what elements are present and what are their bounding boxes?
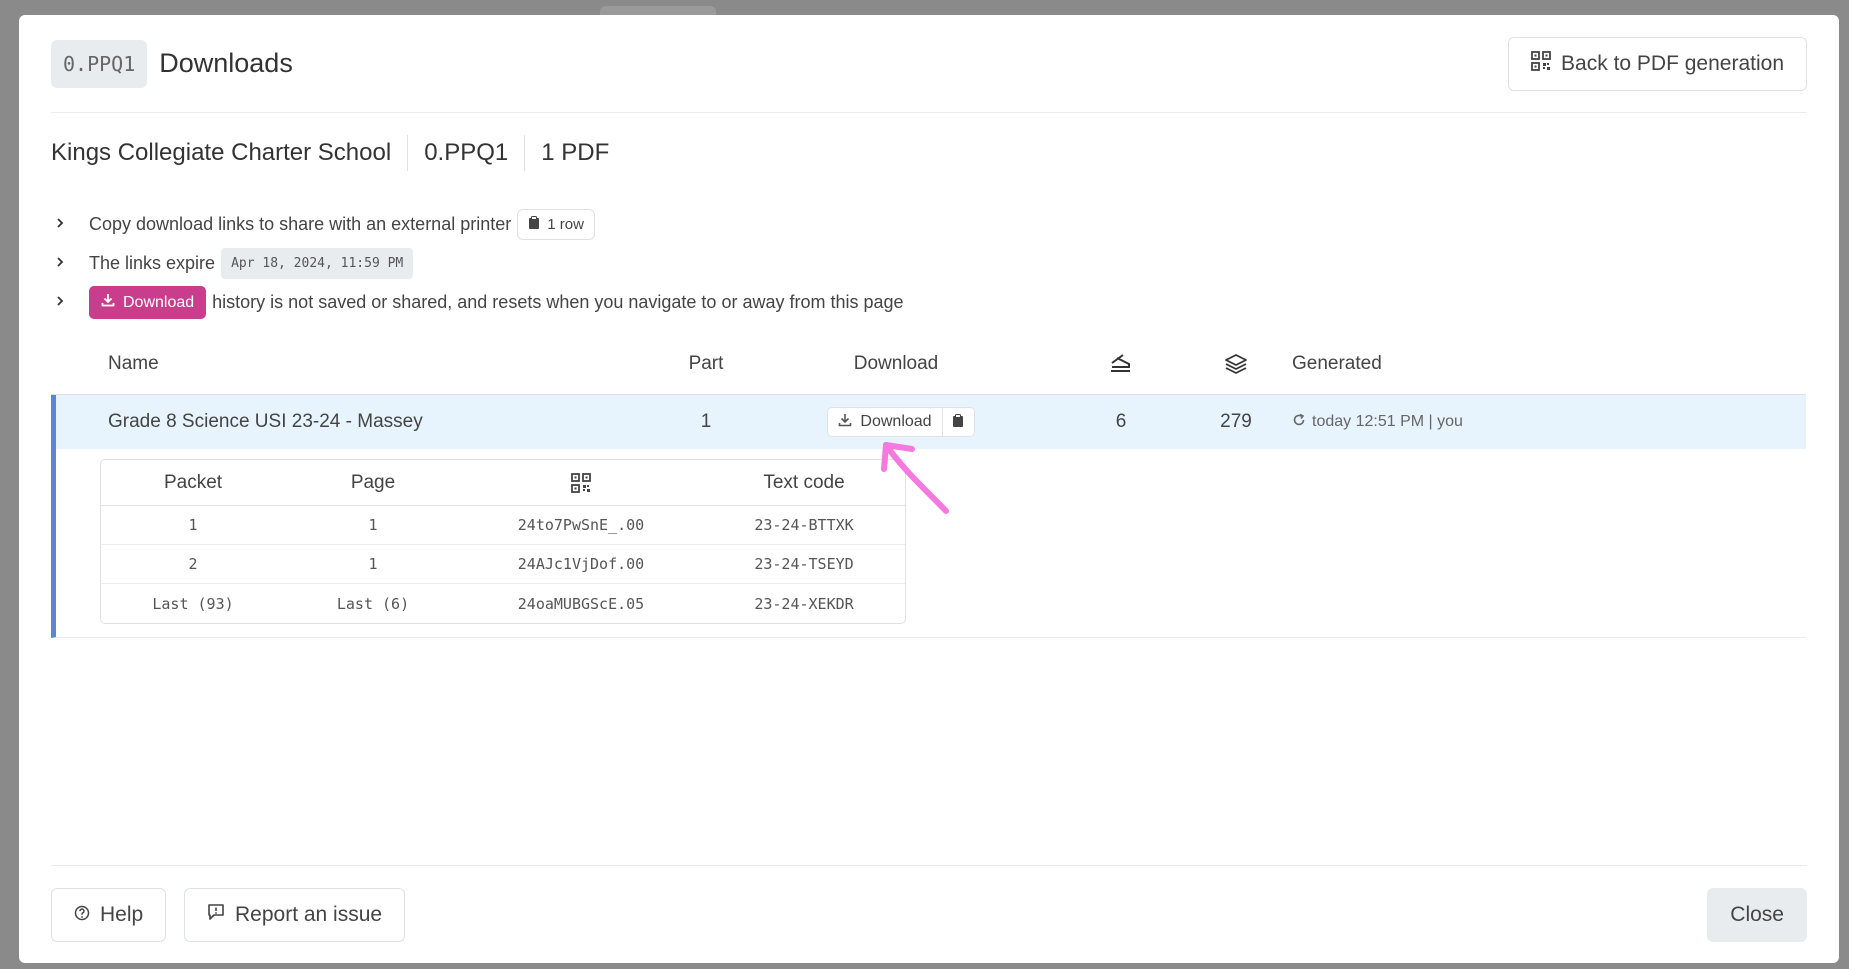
chevron-right-icon[interactable] xyxy=(55,255,77,273)
qr-cell: 24to7PwSnE_.00 xyxy=(517,516,645,534)
help-label: Help xyxy=(100,903,144,926)
layers-icon xyxy=(1186,333,1286,395)
download-badge-label: Download xyxy=(123,293,195,311)
col-header-packet: Packet xyxy=(163,471,223,493)
col-header-part: Part xyxy=(688,353,724,374)
report-label: Report an issue xyxy=(235,903,383,926)
generated-text: today 12:51 PM | you xyxy=(1312,413,1463,430)
table-row: 1 1 24to7PwSnE_.00 23-24-BTTXK xyxy=(101,506,905,545)
chevron-right-icon[interactable] xyxy=(55,216,77,234)
download-button-label: Download xyxy=(860,413,932,430)
modal-header: 0.PPQ1 Downloads Back to PDF generation xyxy=(51,15,1807,113)
table-row: Last (93) Last (6) 24oaMUBGScE.05 23-24-… xyxy=(101,584,905,623)
help-circle-icon xyxy=(74,903,90,927)
meta-line: Kings Collegiate Charter School 0.PPQ1 1… xyxy=(51,135,609,171)
chevron-right-icon[interactable] xyxy=(55,294,77,312)
info-row-history[interactable]: Download history is not saved or shared,… xyxy=(51,283,904,322)
school-name: Kings Collegiate Charter School xyxy=(51,139,392,166)
refresh-icon xyxy=(1292,413,1306,432)
qr-cell: 24AJc1VjDof.00 xyxy=(517,555,645,573)
staple-icon xyxy=(1071,333,1171,395)
meta-divider xyxy=(524,135,526,171)
row-name: Grade 8 Science USI 23-24 - Massey xyxy=(108,411,423,432)
downloads-modal: 0.PPQ1 Downloads Back to PDF generation xyxy=(19,15,1839,963)
row-generated: today 12:51 PM | you xyxy=(1292,395,1463,449)
packet-cell: Last (93) xyxy=(152,594,234,613)
meta-code: 0.PPQ1 xyxy=(424,139,509,166)
page-cell: 1 xyxy=(368,555,378,573)
history-text: history is not saved or shared, and rese… xyxy=(212,292,904,312)
packet-table-header: Packet Page Text code xyxy=(101,460,905,506)
copy-links-button[interactable]: 1 row xyxy=(517,209,595,240)
download-icon xyxy=(838,413,852,432)
packet-cell: 1 xyxy=(188,516,198,534)
modal-footer: Help Report an issue Close xyxy=(51,865,1807,963)
meta-divider xyxy=(407,135,409,171)
info-list: Copy download links to share with an ext… xyxy=(51,205,904,322)
table-header: Name Part Download Generated xyxy=(51,333,1806,395)
code-badge: 0.PPQ1 xyxy=(51,39,148,88)
page-cell: 1 xyxy=(368,516,378,534)
clipboard-icon xyxy=(952,413,964,431)
packet-cell: 2 xyxy=(188,555,198,573)
row-staple-count: 6 xyxy=(1115,411,1127,432)
table-row: 2 1 24AJc1VjDof.00 23-24-TSEYD xyxy=(101,545,905,584)
qr-code-icon xyxy=(461,460,701,505)
col-header-generated: Generated xyxy=(1292,353,1382,374)
col-header-page: Page xyxy=(350,471,396,493)
annotation-arrow-icon xyxy=(881,442,949,514)
expire-date-badge: Apr 18, 2024, 11:59 PM xyxy=(221,248,414,279)
copy-links-text: Copy download links to share with an ext… xyxy=(89,214,512,234)
back-button-label: Back to PDF generation xyxy=(1561,52,1784,75)
info-row-expire[interactable]: The links expire Apr 18, 2024, 11:59 PM xyxy=(51,244,904,283)
report-issue-button[interactable]: Report an issue xyxy=(184,888,406,942)
col-header-download: Download xyxy=(853,353,939,374)
modal-title: Downloads xyxy=(159,48,293,78)
message-alert-icon xyxy=(207,903,225,927)
info-row-copy[interactable]: Copy download links to share with an ext… xyxy=(51,205,904,244)
packet-table: Packet Page Text code 1 1 24to7PwSnE_.00… xyxy=(100,459,906,624)
text-code-cell: 23-24-TSEYD xyxy=(754,555,854,573)
text-code-cell: 23-24-XEKDR xyxy=(754,594,854,613)
page-cell: Last (6) xyxy=(336,594,410,613)
col-header-name: Name xyxy=(108,353,159,374)
download-badge: Download xyxy=(89,286,207,319)
back-to-pdf-generation-button[interactable]: Back to PDF generation xyxy=(1508,37,1807,91)
clipboard-icon xyxy=(528,215,540,234)
qr-cell: 24oaMUBGScE.05 xyxy=(517,594,645,613)
copy-rows-label: 1 row xyxy=(547,216,584,233)
help-button[interactable]: Help xyxy=(51,888,167,942)
qr-code-icon xyxy=(1531,51,1551,77)
download-icon xyxy=(101,293,115,312)
row-page-count: 279 xyxy=(1220,411,1252,432)
pdf-count: 1 PDF xyxy=(541,139,610,166)
close-button[interactable]: Close xyxy=(1707,888,1807,942)
expire-text: The links expire xyxy=(89,253,216,273)
row-part: 1 xyxy=(700,411,712,432)
